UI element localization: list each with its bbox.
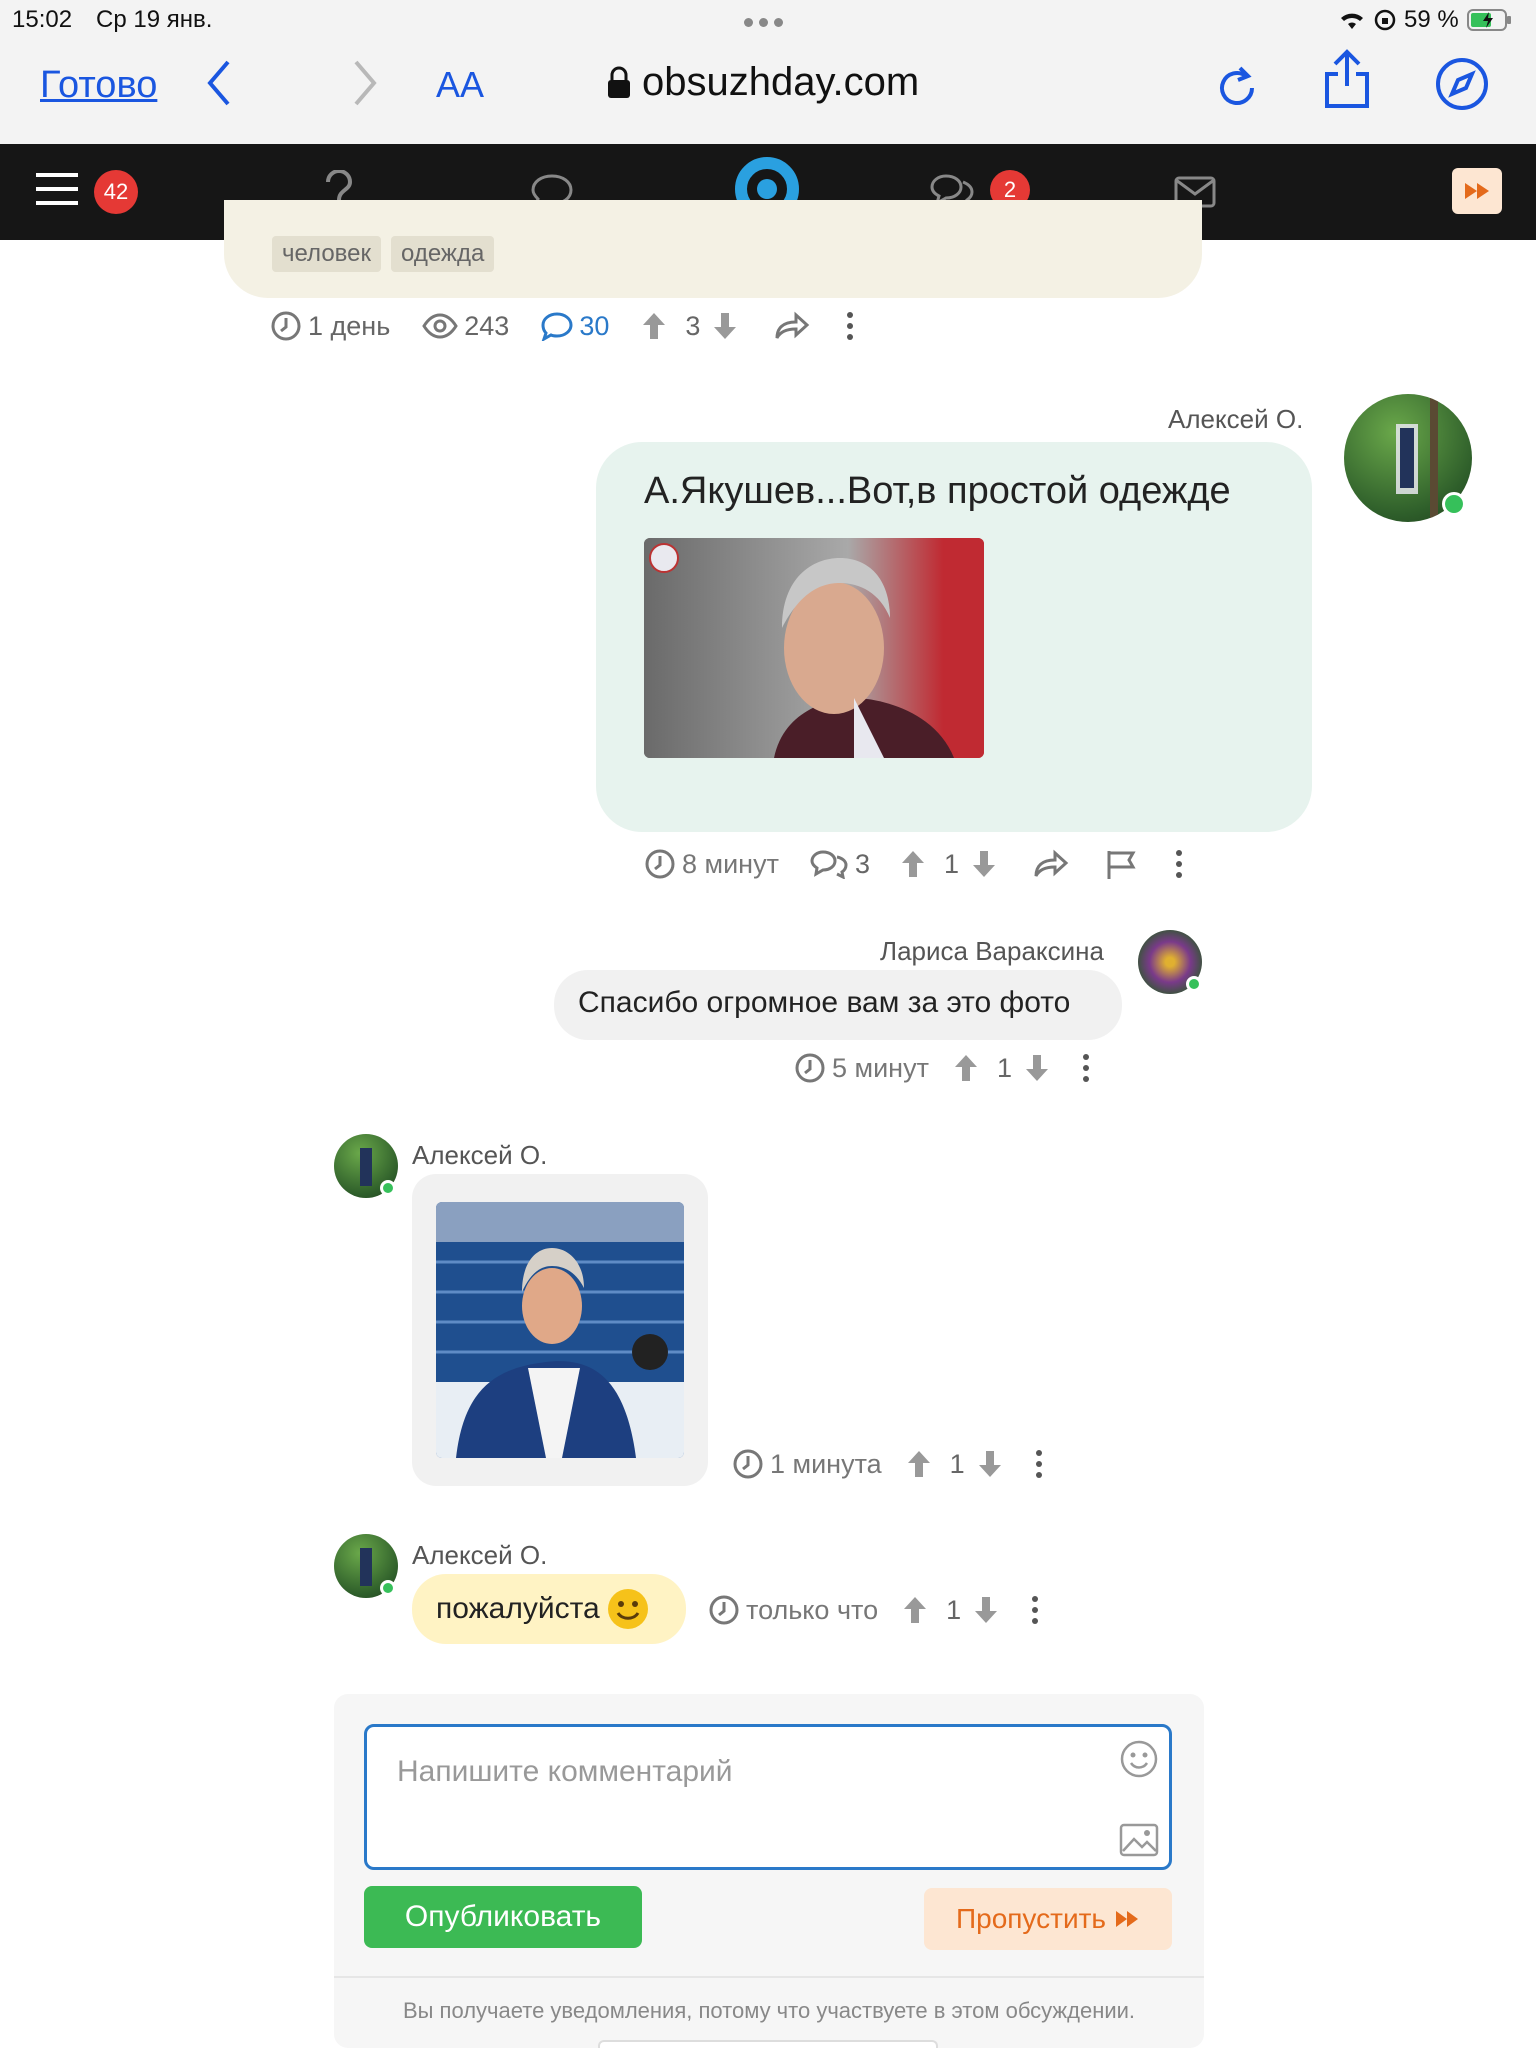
url-text: obsuzhday.com [642,60,920,104]
clock-icon [709,1595,739,1625]
upvote-icon[interactable] [900,849,926,879]
smiley-emoji-icon [607,1589,648,1629]
clock-icon [645,849,675,879]
menu-icon[interactable] [36,172,78,206]
skip-button-label: Пропустить [956,1903,1106,1934]
comment-rating: 1 [943,848,960,879]
emoji-picker-icon[interactable] [1119,1739,1159,1779]
flag-icon[interactable] [1105,849,1139,879]
clock-icon [271,311,301,341]
back-icon[interactable] [204,58,234,108]
comments-icon[interactable] [541,311,573,341]
replies-icon[interactable] [809,849,849,879]
post-rating: 3 [685,310,701,341]
skip-nav-button[interactable] [1452,168,1502,214]
comment-text: А.Якушев...Вот,в простой одежде [644,470,1231,512]
share-arrow-icon[interactable] [1033,849,1069,879]
comment-photo[interactable] [436,1202,684,1458]
comment-rating: 1 [949,1448,965,1479]
unsubscribe-button[interactable] [598,2040,938,2048]
tag-clothes[interactable]: одежда [391,236,495,272]
comment-meta: только что 1 [708,1594,1045,1626]
status-date: Ср 19 янв. [96,6,213,33]
clock-icon [795,1053,825,1083]
comment-bubble: Спасибо огромное вам за это фото [554,970,1122,1040]
comment-age: 1 минута [770,1448,882,1479]
address-bar[interactable]: obsuzhday.com [606,60,919,105]
comment-author[interactable]: Лариса Вараксина [880,936,1104,967]
post-views: 243 [464,310,510,341]
comment-replies: 3 [854,848,870,879]
comment-photo[interactable] [644,538,984,758]
battery-icon [1466,9,1511,31]
divider [334,1976,1204,1978]
forward-icon[interactable] [350,58,380,108]
views-icon [422,313,459,339]
online-indicator [380,1180,396,1196]
tag-human[interactable]: человек [272,236,382,272]
post-tags-card: человек одежда [224,200,1202,298]
downvote-icon[interactable] [973,1595,999,1625]
post-age: 1 день [308,310,391,341]
browser-chrome: 15:02 Ср 19 янв. 59 % Готово AA obsuzhda… [0,0,1536,144]
comment-rating: 1 [996,1052,1012,1083]
skip-button[interactable]: Пропустить [924,1888,1172,1950]
status-time: 15:02 [12,6,73,33]
more-icon[interactable] [1035,1449,1043,1479]
comment-author[interactable]: Алексей О. [412,1140,547,1171]
comment-rating: 1 [946,1594,962,1625]
comment-meta: 5 минут 1 [794,1052,1096,1084]
clock-icon [733,1449,763,1479]
comment-text: Спасибо огромное вам за это фото [578,986,1071,1019]
lock-icon [608,66,630,98]
multitask-dots[interactable] [744,18,783,27]
upvote-icon[interactable] [641,311,667,341]
post-comments-count[interactable]: 30 [579,311,609,342]
share-arrow-icon[interactable] [774,311,810,341]
downvote-icon[interactable] [1024,1053,1050,1083]
comment-meta: 1 минута 1 [732,1448,1049,1480]
upvote-icon[interactable] [902,1595,928,1625]
post-meta: 1 день 243 30 3 [270,310,860,342]
comment-bubble: пожалуйста [412,1574,686,1644]
menu-badge: 42 [94,170,138,214]
publish-button[interactable]: Опубликовать [364,1886,642,1948]
upvote-icon[interactable] [953,1053,979,1083]
downvote-icon[interactable] [712,311,738,341]
comment-bubble: А.Якушев...Вот,в простой одежде [596,442,1312,832]
comment-author[interactable]: Алексей О. [412,1540,547,1571]
subscription-notice: Вы получаете уведомления, потому что уча… [402,1998,1136,2023]
downvote-icon[interactable] [971,849,997,879]
battery-percent: 59 % [1404,6,1459,33]
comment-placeholder: Напишите комментарий [397,1755,733,1788]
attach-image-icon[interactable] [1119,1823,1159,1857]
upvote-icon[interactable] [906,1449,932,1479]
comment-age: только что [746,1594,879,1625]
online-indicator [380,1580,396,1596]
fast-forward-icon [1116,1911,1138,1927]
text-size-button[interactable]: AA [436,64,484,106]
online-indicator [1442,492,1466,516]
wifi-icon [1341,13,1363,29]
comment-bubble [412,1174,708,1486]
share-icon[interactable] [1322,48,1372,110]
status-icons: 59 % [1338,6,1513,34]
more-icon[interactable] [1031,1595,1039,1625]
comment-author[interactable]: Алексей О. [1168,404,1303,435]
compass-icon[interactable] [1434,56,1490,112]
comment-meta: 8 минут 3 1 [644,848,1189,880]
comment-input[interactable]: Напишите комментарий [364,1724,1172,1870]
done-link[interactable]: Готово [40,64,157,107]
online-indicator [1186,976,1202,992]
comment-text: пожалуйста [436,1592,600,1625]
comment-age: 5 минут [832,1052,929,1083]
reload-icon[interactable] [1216,62,1260,110]
more-icon[interactable] [1082,1053,1090,1083]
more-icon[interactable] [1175,849,1183,879]
rotation-lock-icon [1374,9,1396,31]
downvote-icon[interactable] [977,1449,1003,1479]
comment-age: 8 минут [682,848,779,879]
fast-forward-icon [1465,183,1489,199]
more-icon[interactable] [846,311,854,341]
